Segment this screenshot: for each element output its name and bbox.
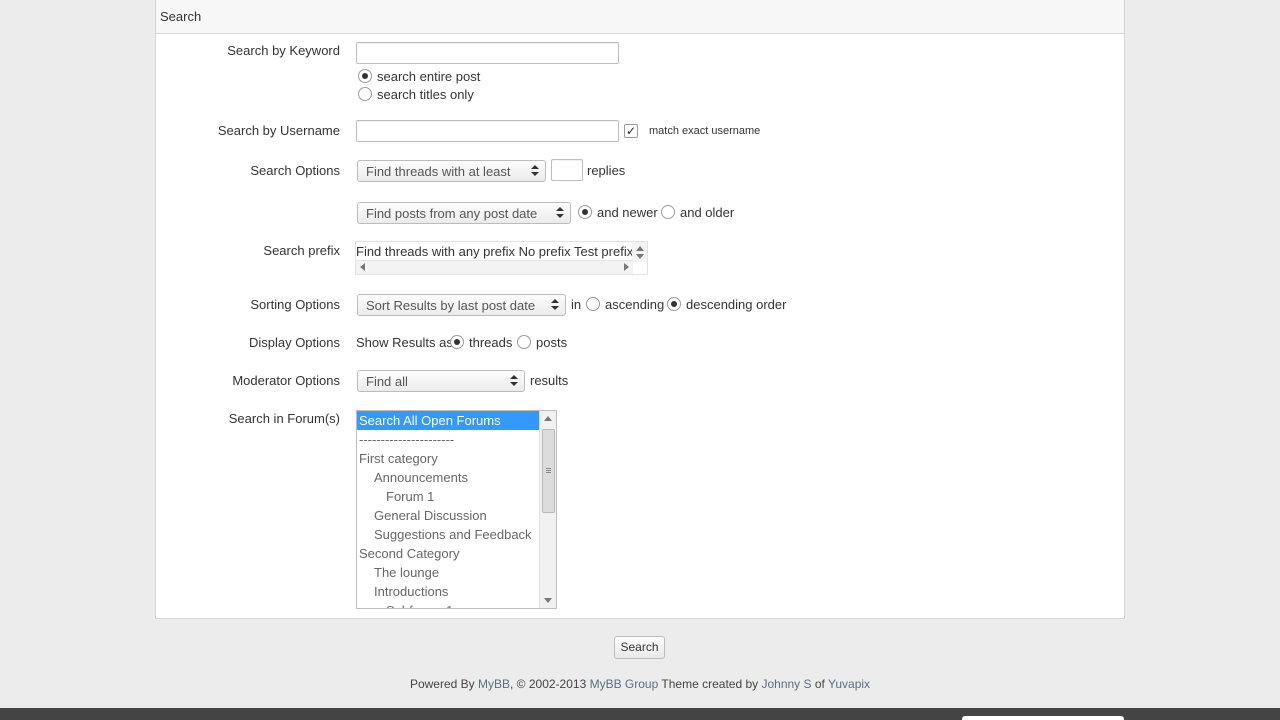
- panel-title: Search: [156, 0, 1124, 34]
- post-date-select[interactable]: Find posts from any post date: [357, 202, 571, 224]
- search-titles-only-label: search titles only: [377, 87, 474, 102]
- scrollbar-thumb[interactable]: [542, 429, 555, 513]
- replies-count-input[interactable]: [551, 159, 583, 181]
- forums-scrollbar[interactable]: [539, 411, 556, 608]
- scroll-up-icon[interactable]: [544, 416, 552, 421]
- radio-search-entire-post[interactable]: [358, 69, 372, 83]
- scroll-down-icon: [636, 254, 644, 259]
- footer-author-link[interactable]: Johnny S: [761, 677, 811, 691]
- username-label: Search by Username: [217, 123, 340, 138]
- select-arrows-icon: [531, 165, 539, 177]
- moderator-options-label: Moderator Options: [232, 373, 340, 388]
- show-results-as-text: Show Results as: [356, 335, 453, 350]
- sorting-options-label: Sorting Options: [250, 297, 340, 312]
- scroll-right-icon: [624, 263, 629, 271]
- forum-option[interactable]: Introductions: [357, 582, 540, 601]
- radio-posts[interactable]: [517, 335, 531, 349]
- forum-option[interactable]: Search All Open Forums: [357, 411, 540, 430]
- forum-option[interactable]: General Discussion: [357, 506, 540, 525]
- forum-option[interactable]: First category: [357, 449, 540, 468]
- match-exact-username-label: match exact username: [649, 125, 761, 137]
- replies-select[interactable]: Find threads with at least: [357, 160, 546, 182]
- and-older-label: and older: [680, 205, 735, 220]
- forum-option[interactable]: The lounge: [357, 563, 540, 582]
- sort-in-text: in: [571, 297, 582, 312]
- footer-mybb-group-link[interactable]: MyBB Group: [590, 677, 659, 691]
- forum-option[interactable]: Announcements: [357, 468, 540, 487]
- search-entire-post-label: search entire post: [377, 69, 481, 84]
- search-prefix-label: Search prefix: [263, 243, 340, 258]
- prefix-vertical-scrollbar[interactable]: [632, 242, 647, 262]
- footer-copyright: , © 2002-2013: [510, 677, 587, 691]
- prefix-horizontal-scrollbar[interactable]: [356, 260, 633, 274]
- prefix-listbox[interactable]: Find threads with any prefix No prefix T…: [355, 241, 648, 275]
- keyword-label: Search by Keyword: [227, 43, 340, 58]
- footer-powered-by: Powered By: [409, 677, 475, 691]
- footer-theme-text: Theme created by: [661, 677, 759, 691]
- keyword-input[interactable]: [356, 42, 619, 64]
- match-exact-username-checkbox[interactable]: ✓: [624, 124, 638, 138]
- forum-option[interactable]: Forum 1: [357, 487, 540, 506]
- scroll-up-icon: [636, 246, 644, 251]
- radio-descending[interactable]: [667, 297, 681, 311]
- replies-select-value: Find threads with at least: [366, 164, 511, 179]
- radio-threads[interactable]: [450, 335, 464, 349]
- forum-option[interactable]: Suggestions and Feedback: [357, 525, 540, 544]
- search-in-forums-label: Search in Forum(s): [228, 411, 340, 426]
- moderator-select-value: Find all: [366, 374, 408, 389]
- scroll-down-icon[interactable]: [544, 598, 552, 603]
- forums-listbox[interactable]: Search All Open Forums ------------------…: [356, 410, 557, 609]
- footer: Powered By MyBB, © 2002-2013 MyBB Group …: [0, 677, 1280, 691]
- replies-label: replies: [587, 163, 626, 178]
- sort-select-value: Sort Results by last post date: [366, 298, 536, 313]
- forum-option[interactable]: Subforum 1: [357, 601, 540, 608]
- threads-label: threads: [469, 335, 513, 350]
- select-arrows-icon: [556, 207, 564, 219]
- bottom-widget[interactable]: [962, 716, 1124, 720]
- select-arrows-icon: [551, 299, 559, 311]
- forum-option[interactable]: Second Category: [357, 544, 540, 563]
- results-label: results: [530, 373, 569, 388]
- username-input[interactable]: [356, 120, 619, 142]
- forum-list: Search All Open Forums ------------------…: [357, 411, 540, 608]
- sort-select[interactable]: Sort Results by last post date: [357, 294, 566, 316]
- radio-and-older[interactable]: [661, 205, 675, 219]
- search-button[interactable]: Search: [614, 636, 665, 659]
- select-arrows-icon: [510, 375, 518, 387]
- posts-label: posts: [536, 335, 568, 350]
- radio-search-titles-only[interactable]: [358, 87, 372, 101]
- scroll-left-icon: [360, 263, 365, 271]
- post-date-select-value: Find posts from any post date: [366, 206, 538, 221]
- search-options-label: Search Options: [250, 163, 340, 178]
- prefix-options: Find threads with any prefix No prefix T…: [356, 244, 634, 259]
- display-options-label: Display Options: [248, 335, 340, 350]
- and-newer-label: and newer: [597, 205, 658, 220]
- grip-icon: [546, 468, 551, 469]
- descending-label: descending order: [686, 297, 787, 312]
- footer-studio-link[interactable]: Yuvapix: [828, 677, 870, 691]
- radio-and-newer[interactable]: [578, 205, 592, 219]
- footer-mybb-link[interactable]: MyBB: [478, 677, 510, 691]
- ascending-label: ascending: [605, 297, 665, 312]
- radio-ascending[interactable]: [586, 297, 600, 311]
- forum-option[interactable]: ----------------------: [357, 430, 540, 449]
- footer-of-text: of: [814, 677, 825, 691]
- moderator-select[interactable]: Find all: [357, 370, 525, 392]
